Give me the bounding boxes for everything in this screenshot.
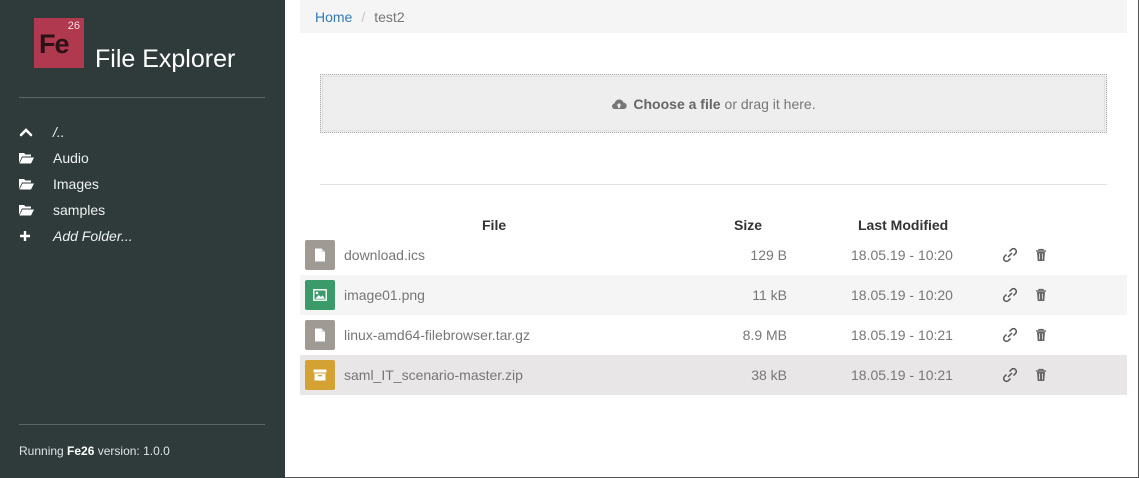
archive-file-icon — [305, 360, 335, 390]
footer-prefix: Running — [19, 444, 68, 458]
folder-open-icon — [19, 204, 53, 216]
breadcrumb-home-link[interactable]: Home — [315, 9, 352, 25]
folder-open-icon — [19, 178, 53, 190]
dropzone-hint: or drag it here. — [724, 95, 816, 112]
app-window: 26 Fe File Explorer /.. Audio Images sam… — [0, 0, 1139, 478]
link-icon[interactable] — [1002, 287, 1018, 303]
trash-icon[interactable] — [1033, 367, 1049, 383]
column-header-last-modified: Last Modified — [858, 217, 949, 233]
file-row[interactable]: linux-amd64-filebrowser.tar.gz 8.9 MB 18… — [300, 315, 1127, 355]
file-modified: 18.05.19 - 10:20 — [851, 287, 953, 303]
file-size: 129 B — [750, 247, 787, 263]
image-file-icon — [305, 280, 335, 310]
link-icon[interactable] — [1002, 247, 1018, 263]
sidebar-item-label: samples — [53, 202, 106, 218]
logo-symbol: Fe — [39, 29, 69, 59]
sidebar-item-label: /.. — [53, 124, 65, 140]
logo: 26 Fe — [34, 18, 84, 68]
file-size: 38 kB — [751, 367, 787, 383]
file-icon — [305, 240, 335, 270]
file-table-header: File Size Last Modified — [0, 217, 1139, 235]
link-icon[interactable] — [1002, 367, 1018, 383]
file-modified: 18.05.19 - 10:21 — [851, 367, 953, 383]
sidebar-item-label: Audio — [53, 150, 89, 166]
file-name[interactable]: image01.png — [344, 287, 425, 303]
choose-file-link[interactable]: Choose a file — [633, 96, 720, 112]
sidebar-divider-top — [19, 97, 265, 98]
file-name[interactable]: saml_IT_scenario-master.zip — [344, 367, 523, 383]
file-row[interactable]: download.ics 129 B 18.05.19 - 10:20 — [300, 235, 1127, 275]
file-modified: 18.05.19 - 10:20 — [851, 247, 953, 263]
file-name[interactable]: linux-amd64-filebrowser.tar.gz — [344, 327, 530, 343]
sidebar-item-audio[interactable]: Audio — [19, 145, 269, 171]
logo-number: 26 — [67, 20, 80, 32]
trash-icon[interactable] — [1033, 327, 1049, 343]
breadcrumb: Home / test2 — [300, 0, 1127, 33]
app-title: File Explorer — [95, 45, 236, 73]
trash-icon[interactable] — [1033, 247, 1049, 263]
file-row[interactable]: image01.png 11 kB 18.05.19 - 10:20 — [300, 275, 1127, 315]
file-row[interactable]: saml_IT_scenario-master.zip 38 kB 18.05.… — [300, 355, 1127, 395]
file-modified: 18.05.19 - 10:21 — [851, 327, 953, 343]
breadcrumb-current: test2 — [374, 8, 405, 25]
cloud-upload-icon — [611, 98, 628, 110]
column-header-file: File — [482, 217, 507, 233]
sidebar-item-label: Images — [53, 176, 99, 192]
folder-open-icon — [19, 152, 53, 164]
version-footer: Running Fe26 version: 1.0.0 — [19, 444, 170, 458]
sidebar-item-images[interactable]: Images — [19, 171, 269, 197]
breadcrumb-separator: / — [361, 8, 366, 25]
sidebar-divider-bottom — [19, 424, 265, 425]
file-size: 8.9 MB — [742, 327, 787, 343]
footer-suffix: version: 1.0.0 — [94, 444, 170, 458]
column-header-size: Size — [734, 217, 763, 233]
main-divider — [320, 184, 1107, 185]
link-icon[interactable] — [1002, 327, 1018, 343]
sidebar-item-parent[interactable]: /.. — [19, 119, 269, 145]
sidebar: 26 Fe File Explorer /.. Audio Images sam… — [0, 0, 285, 478]
trash-icon[interactable] — [1033, 287, 1049, 303]
file-icon — [305, 320, 335, 350]
file-name[interactable]: download.ics — [344, 247, 425, 263]
chevron-up-icon — [19, 126, 53, 138]
footer-brand: Fe26 — [67, 444, 95, 458]
upload-dropzone[interactable]: Choose a file or drag it here. — [320, 74, 1107, 133]
file-size: 11 kB — [752, 287, 787, 303]
